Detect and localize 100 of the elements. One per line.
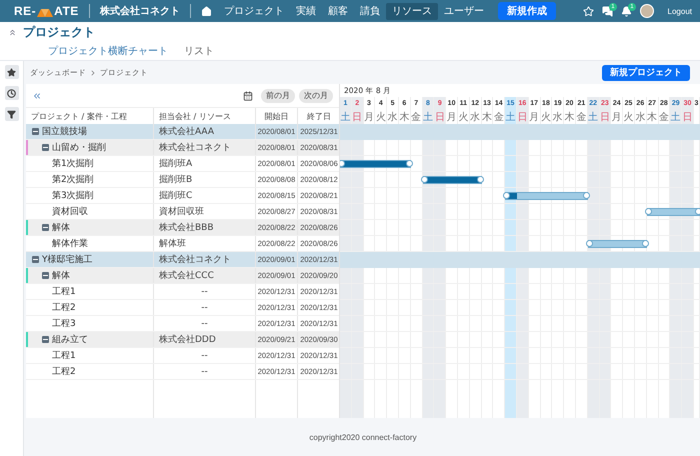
weekday-label: 木	[564, 110, 576, 124]
logo-text: RE-	[14, 4, 36, 18]
create-button[interactable]: 新規作成	[498, 2, 556, 20]
weekday-label: 水	[634, 110, 647, 124]
weekday-label: 月	[446, 110, 458, 124]
table-cell: --	[154, 348, 256, 363]
weekday-label: 木	[398, 110, 411, 124]
row-label: 工程2	[52, 302, 76, 314]
task-bar[interactable]	[644, 207, 700, 217]
weekday-label: 日	[600, 110, 612, 124]
table-cell: --	[154, 364, 256, 379]
star-icon[interactable]	[582, 6, 594, 16]
previous-month-button[interactable]: 前の月	[261, 88, 295, 102]
weekday-label: 金	[576, 110, 588, 124]
new-project-button[interactable]: 新規プロジェクト	[602, 64, 690, 80]
table-cell: 株式会社CCC	[154, 268, 256, 283]
row-label: 国立競技場	[42, 126, 87, 138]
collapse-icon[interactable]	[42, 144, 49, 151]
row-label: 組み立て	[52, 334, 88, 346]
chevron-right-icon	[89, 68, 97, 76]
weekday-label: 水	[470, 110, 482, 124]
collapse-icon[interactable]	[42, 336, 49, 343]
weekday-label: 火	[540, 110, 552, 124]
weekday-label: 金	[410, 110, 423, 124]
clock-icon	[7, 88, 16, 98]
table-cell: 株式会社BBB	[154, 220, 256, 235]
weekday-label: 土	[670, 110, 682, 124]
favorites-button[interactable]	[4, 65, 18, 79]
weekday-label: 月	[611, 110, 624, 124]
row-label: 解体	[52, 222, 70, 234]
collapse-icon[interactable]	[42, 272, 49, 279]
table-cell: 株式会社DDD	[154, 332, 256, 347]
chat-icon[interactable]	[602, 6, 613, 16]
calendar-icon[interactable]	[243, 90, 253, 100]
table-cell: --	[154, 284, 256, 299]
filter-icon	[7, 110, 16, 118]
nav-item[interactable]: 請負	[354, 2, 386, 20]
row-label: 第2次掘削	[52, 174, 94, 186]
task-bar[interactable]	[420, 175, 484, 185]
row-label: 第3次掘削	[52, 190, 94, 202]
collapse-icon[interactable]	[42, 224, 49, 231]
task-bar[interactable]	[340, 159, 413, 169]
row-label: 工程2	[52, 366, 76, 378]
avatar[interactable]	[640, 4, 654, 18]
row-label: 解体	[52, 270, 70, 282]
weekday-label: 月	[364, 110, 376, 124]
filter-button[interactable]	[4, 107, 18, 121]
history-button[interactable]	[4, 86, 18, 100]
row-label: 資材回収	[52, 206, 88, 218]
collapse-icon[interactable]	[8, 28, 17, 36]
row-label: 山留め・掘削	[52, 142, 106, 154]
weekday-label: 金	[493, 110, 506, 124]
weekday-label: 木	[482, 110, 494, 124]
nav-item[interactable]: プロジェクト	[218, 2, 290, 20]
table-cell: --	[154, 300, 256, 315]
weekday-label: 土	[505, 110, 517, 124]
home-icon[interactable]	[200, 6, 212, 16]
table-cell: 掘削班C	[154, 188, 256, 203]
star-icon	[7, 68, 16, 76]
weekday-label: 月	[528, 110, 541, 124]
weekday-label: 土	[340, 110, 352, 124]
weekday-label: 木	[646, 110, 659, 124]
table-cell: 掘削班A	[154, 156, 256, 171]
logout-link[interactable]: Logout	[668, 6, 692, 16]
nav-item[interactable]: 顧客	[322, 2, 354, 20]
table-cell: 資材回収班	[154, 204, 256, 219]
table-cell: 解体班	[154, 236, 256, 251]
company-name: 株式会社コネクト	[100, 4, 180, 18]
row-label: 第1次掘削	[52, 158, 94, 170]
row-label: 解体作業	[52, 238, 88, 250]
task-bar[interactable]	[586, 239, 649, 249]
collapse-icon[interactable]	[32, 128, 39, 135]
weekday-label: 日	[434, 110, 446, 124]
row-label: Y様邸宅施工	[42, 254, 92, 266]
weekday-label: 日	[352, 110, 364, 124]
weekday-label: 金	[658, 110, 670, 124]
weekday-label: 水	[387, 110, 399, 124]
logo-text: ATE	[54, 4, 79, 18]
collapse-icon[interactable]	[32, 256, 39, 263]
task-bar[interactable]	[503, 191, 590, 201]
row-label: 工程1	[52, 286, 76, 298]
row-label: 工程3	[52, 318, 76, 330]
next-month-button[interactable]: 次の月	[299, 88, 333, 102]
nav-item[interactable]: ユーザー	[438, 2, 490, 20]
weekday-label: 火	[623, 110, 635, 124]
weekday-label: 土	[588, 110, 600, 124]
weekday-label: 日	[682, 110, 694, 124]
row-label: 工程1	[52, 350, 76, 362]
collapse-icon[interactable]	[32, 90, 42, 100]
table-cell: 株式会社AAA	[154, 124, 256, 139]
weekday-label: 日	[516, 110, 529, 124]
tab[interactable]: リスト	[178, 42, 220, 63]
table-cell: --	[154, 316, 256, 331]
weekday-label: 火	[375, 110, 388, 124]
bell-icon[interactable]	[620, 6, 632, 16]
nav-item[interactable]: リソース	[386, 2, 438, 20]
table-cell: 株式会社コネクト	[154, 140, 256, 155]
page-title: プロジェクト	[23, 24, 95, 40]
nav-item[interactable]: 実績	[290, 2, 322, 20]
table-cell: 株式会社コネクト	[154, 252, 256, 267]
